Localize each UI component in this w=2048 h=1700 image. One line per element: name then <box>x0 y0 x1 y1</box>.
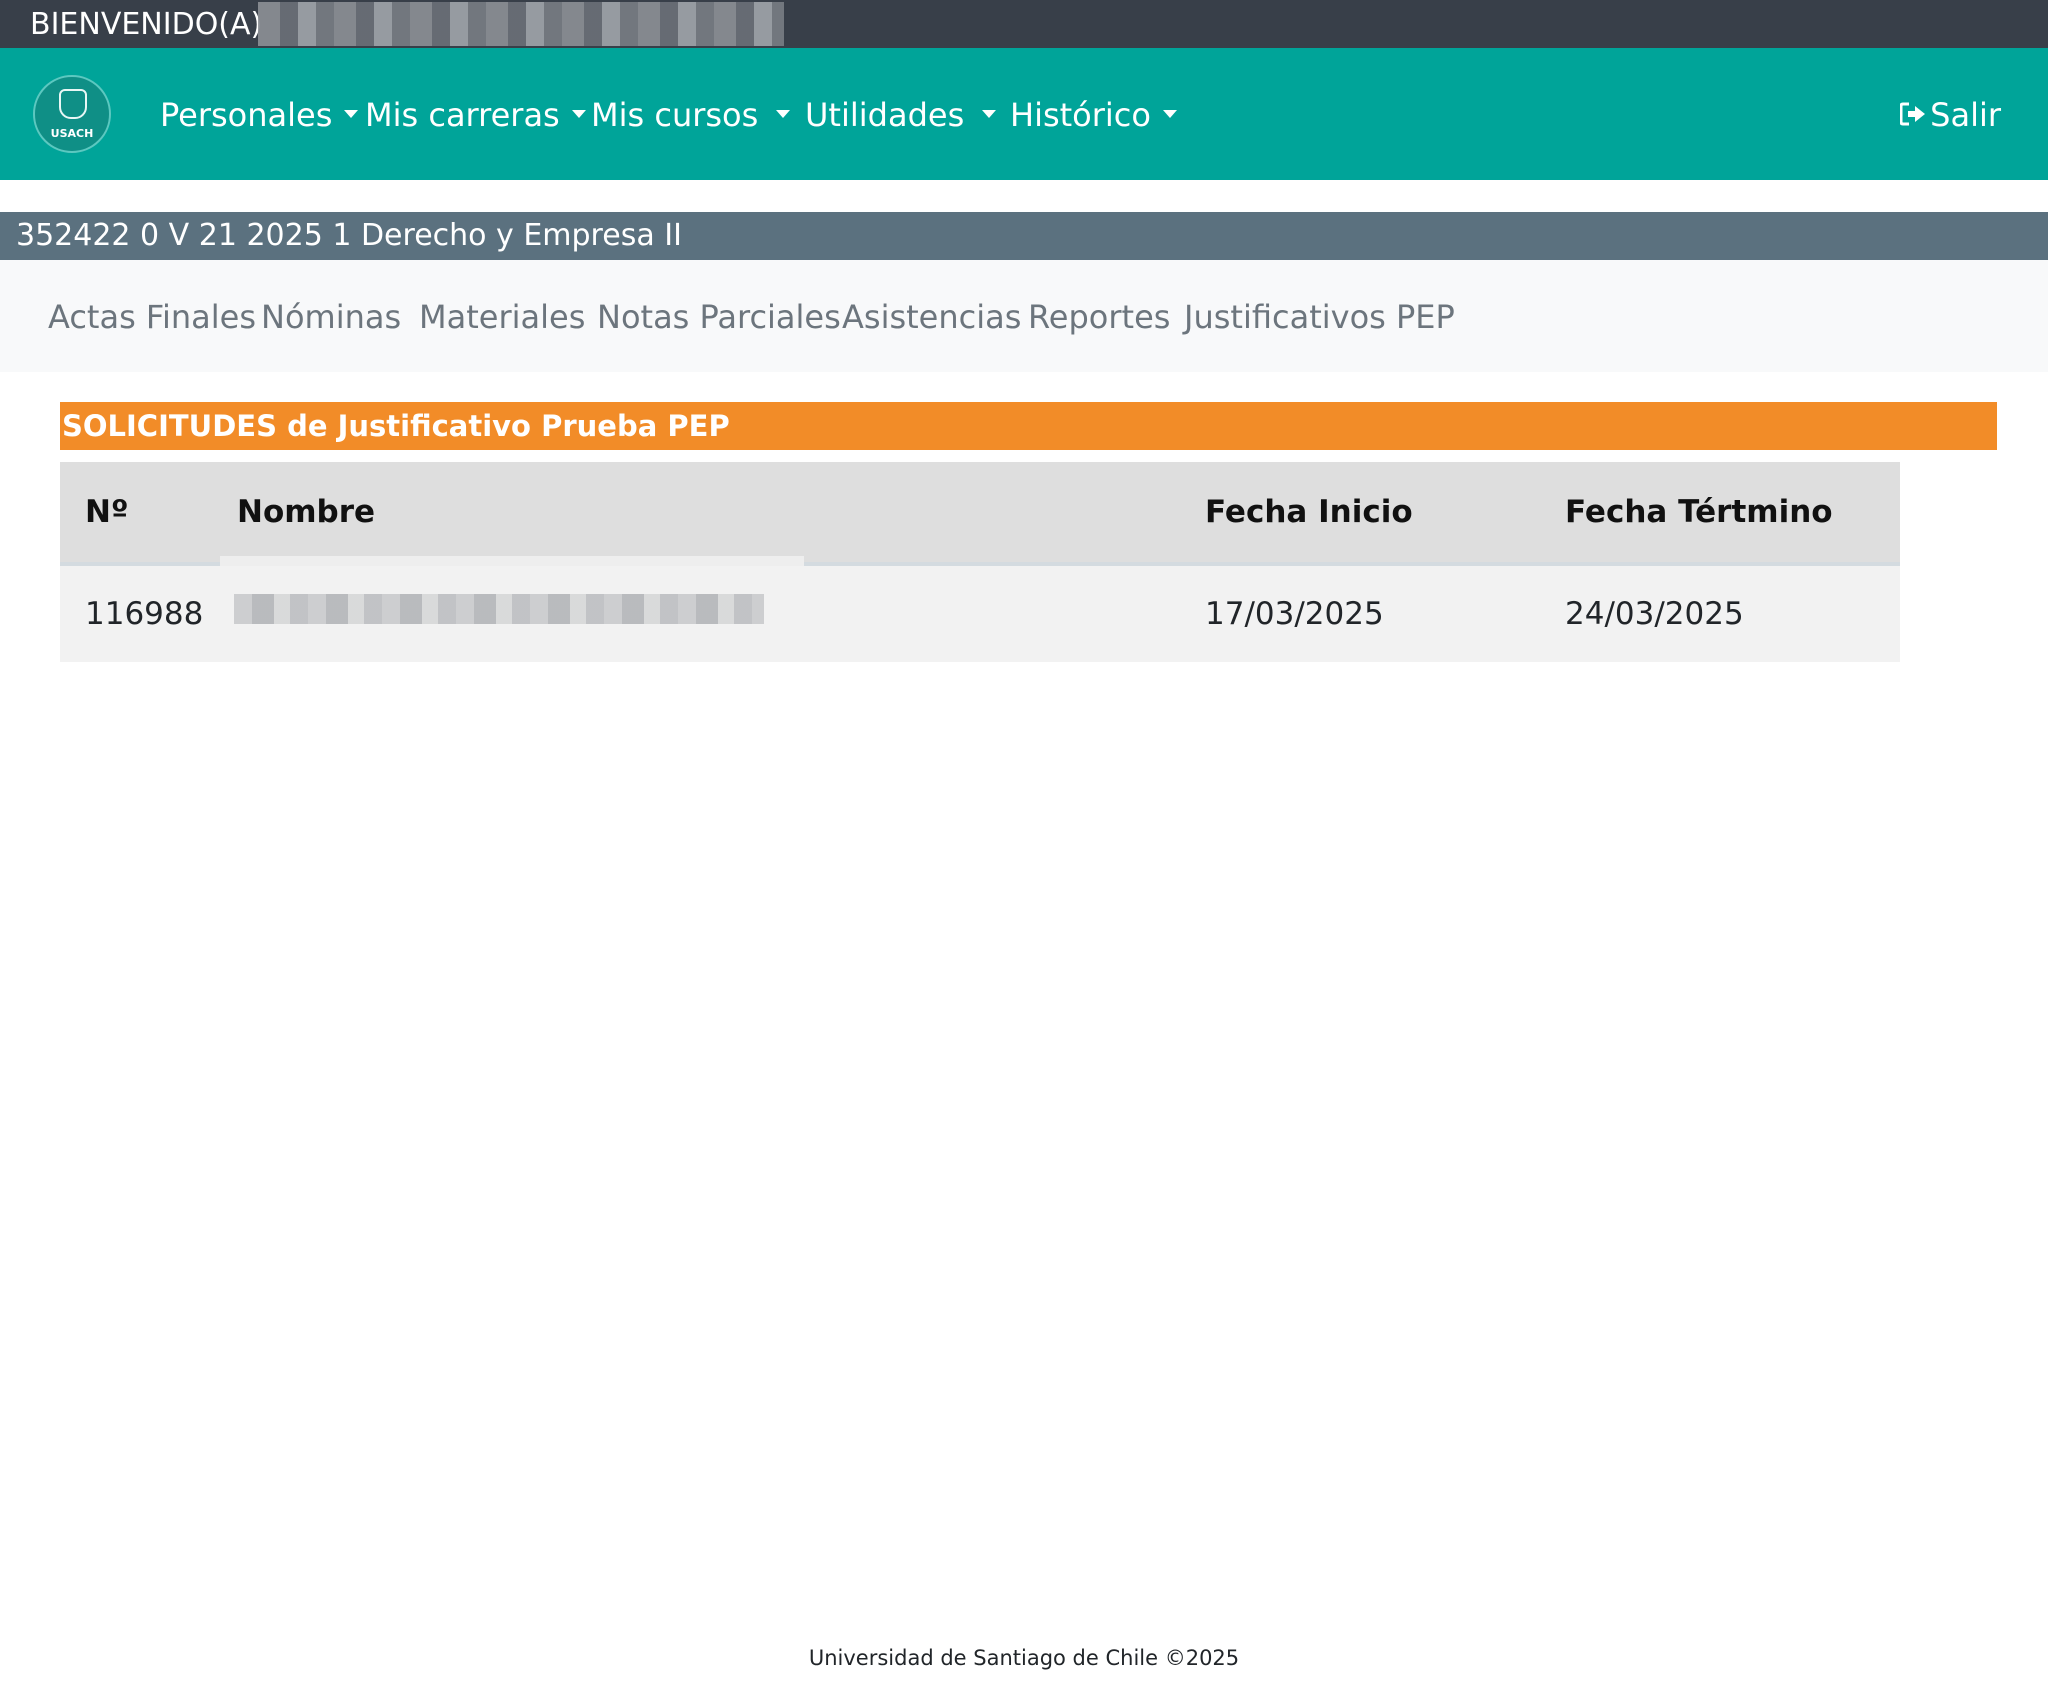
cell-fecha-termino: 24/03/2025 <box>1565 596 1744 632</box>
column-header-fecha-inicio: Fecha Inicio <box>1205 494 1413 530</box>
page-footer: Universidad de Santiago de Chile ©2025 <box>808 1646 1240 1670</box>
nav-label: Mis carreras <box>365 96 560 134</box>
sign-out-icon <box>1900 102 1926 126</box>
subnav-materiales[interactable]: Materiales <box>419 297 585 337</box>
column-header-fecha-termino: Fecha Tértmino <box>1565 494 1833 530</box>
subnav-notas-parciales[interactable]: Notas Parciales <box>597 297 841 337</box>
nav-mis-carreras[interactable]: Mis carreras <box>365 95 586 135</box>
chevron-down-icon <box>776 110 791 118</box>
usach-emblem-icon <box>59 89 87 119</box>
subnav-reportes[interactable]: Reportes <box>1028 297 1170 337</box>
redacted-student-name <box>234 594 764 624</box>
subnav-actas-finales[interactable]: Actas Finales <box>48 297 256 337</box>
cell-numero: 116988 <box>85 596 204 632</box>
column-header-nombre: Nombre <box>237 494 376 530</box>
welcome-label: BIENVENIDO(A) <box>30 7 263 42</box>
main-navbar: USACH Personales Mis carreras Mis cursos… <box>0 48 2048 180</box>
table-row[interactable]: 116988 17/03/2025 24/03/2025 <box>60 566 1900 662</box>
cell-fecha-inicio: 17/03/2025 <box>1205 596 1384 632</box>
logo-text: USACH <box>50 127 94 140</box>
section-title: SOLICITUDES de Justificativo Prueba PEP <box>62 409 730 443</box>
nav-personales[interactable]: Personales <box>160 95 359 135</box>
column-header-numero: Nº <box>85 494 129 530</box>
course-subnav: Actas Finales Nóminas Materiales Notas P… <box>0 260 2048 372</box>
chevron-down-icon <box>571 110 586 118</box>
welcome-bar: BIENVENIDO(A) <box>0 0 2048 48</box>
subnav-asistencias[interactable]: Asistencias <box>842 297 1021 337</box>
redacted-underline <box>220 556 804 566</box>
redacted-user-name <box>258 2 784 46</box>
requests-table: Nº Nombre Fecha Inicio Fecha Tértmino 11… <box>60 462 1900 662</box>
course-bar: 352422 0 V 21 2025 1 Derecho y Empresa I… <box>0 212 2048 260</box>
subnav-justificativos-pep[interactable]: Justificativos PEP <box>1184 297 1455 337</box>
chevron-down-icon <box>982 110 997 118</box>
course-title: 352422 0 V 21 2025 1 Derecho y Empresa I… <box>16 218 682 253</box>
table-header-row: Nº Nombre Fecha Inicio Fecha Tértmino <box>60 462 1900 566</box>
exit-button[interactable]: Salir <box>1900 95 2001 135</box>
nav-label: Histórico <box>1010 96 1151 134</box>
chevron-down-icon <box>1162 110 1177 118</box>
nav-label: Utilidades <box>805 96 965 134</box>
subnav-nominas[interactable]: Nóminas <box>261 297 401 337</box>
chevron-down-icon <box>344 110 359 118</box>
nav-label: Mis cursos <box>591 96 759 134</box>
nav-label: Personales <box>160 96 333 134</box>
exit-label: Salir <box>1930 96 2001 134</box>
nav-historico[interactable]: Histórico <box>1010 95 1177 135</box>
usach-logo[interactable]: USACH <box>33 75 111 153</box>
nav-mis-cursos[interactable]: Mis cursos <box>591 95 791 135</box>
section-header: SOLICITUDES de Justificativo Prueba PEP <box>60 402 1997 450</box>
nav-utilidades[interactable]: Utilidades <box>805 95 997 135</box>
